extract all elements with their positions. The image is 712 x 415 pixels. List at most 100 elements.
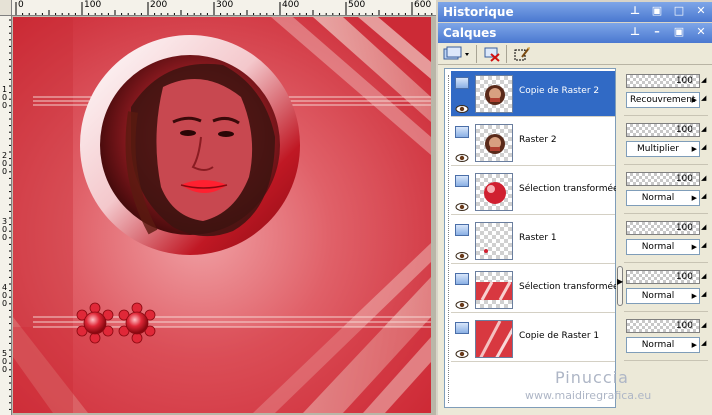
- blend-mode-select[interactable]: Normal ▶: [626, 337, 700, 353]
- opacity-slider[interactable]: 100: [626, 172, 700, 186]
- toolbar-separator: [476, 45, 477, 63]
- ruler-corner: [0, 0, 12, 16]
- opacity-spin-icon[interactable]: ◢: [701, 76, 706, 84]
- maximize-icon[interactable]: □: [672, 4, 686, 18]
- blend-mode-value: Normal: [641, 340, 675, 350]
- layer-properties-row: 100 ◢ Normal ▶ ◢: [624, 217, 708, 263]
- new-layer-button[interactable]: [442, 45, 472, 63]
- blend-mode-value: Normal: [641, 193, 675, 203]
- canvas-margin: [431, 17, 436, 415]
- ruler-label: 0: [18, 0, 24, 10]
- layer-row[interactable]: Raster 1: [451, 218, 615, 264]
- raster-layer-icon[interactable]: [455, 126, 469, 138]
- layer-name[interactable]: Raster 1: [519, 233, 557, 243]
- layers-panel-label: Calques: [443, 26, 497, 40]
- opacity-value: 100: [675, 174, 693, 184]
- opacity-spin-icon[interactable]: ◢: [701, 272, 706, 280]
- blend-mode-select[interactable]: Multiplier ▶: [626, 141, 700, 157]
- visibility-eye-icon[interactable]: [455, 99, 469, 113]
- blend-mode-value: Normal: [641, 291, 675, 301]
- raster-layer-icon[interactable]: [455, 322, 469, 334]
- history-panel-label: Historique: [443, 5, 514, 19]
- blend-spin-icon[interactable]: ◢: [701, 241, 706, 249]
- layer-row[interactable]: Sélection transformée: [451, 267, 619, 313]
- pin-icon[interactable]: ⊥: [628, 25, 642, 39]
- raster-layer-icon[interactable]: [455, 175, 469, 187]
- opacity-value: 100: [675, 125, 693, 135]
- opacity-slider[interactable]: 100: [626, 270, 700, 284]
- opacity-slider[interactable]: 100: [626, 221, 700, 235]
- dropdown-arrow-icon: ▶: [691, 243, 697, 251]
- restore-icon[interactable]: ▣: [650, 4, 664, 18]
- opacity-slider[interactable]: 100: [626, 123, 700, 137]
- ruler-label: 2 0 0: [2, 151, 8, 176]
- delete-layer-icon: [484, 47, 500, 62]
- history-panel-title[interactable]: Historique ⊥ ▣ □ ✕: [438, 2, 712, 22]
- ruler-label: 3 0 0: [2, 217, 8, 242]
- layer-row[interactable]: Sélection transformée 1: [451, 169, 627, 215]
- layers-list[interactable]: Copie de Raster 2 Raster 2 Sélection trans…: [444, 68, 627, 408]
- dropdown-arrow-icon: ▶: [691, 341, 697, 349]
- opacity-spin-icon[interactable]: ◢: [701, 321, 706, 329]
- layer-thumbnail[interactable]: [475, 75, 513, 113]
- edit-selection-button[interactable]: [512, 45, 532, 63]
- layer-thumbnail[interactable]: [475, 173, 513, 211]
- pin-icon[interactable]: ⊥: [628, 4, 642, 18]
- layer-properties-row: 100 ◢ Normal ▶ ◢: [624, 168, 708, 214]
- close-icon[interactable]: ✕: [694, 4, 708, 18]
- blend-mode-select[interactable]: Normal ▶: [626, 288, 700, 304]
- blend-spin-icon[interactable]: ◢: [701, 192, 706, 200]
- layer-row[interactable]: Copie de Raster 2: [451, 71, 615, 117]
- blend-spin-icon[interactable]: ◢: [701, 290, 706, 298]
- layer-row[interactable]: Raster 2: [451, 120, 615, 166]
- layer-thumbnail[interactable]: [475, 320, 513, 358]
- blend-mode-select[interactable]: Normal ▶: [626, 190, 700, 206]
- panel-splitter[interactable]: [616, 68, 624, 408]
- opacity-slider[interactable]: 100: [626, 319, 700, 333]
- layer-name[interactable]: Copie de Raster 2: [519, 86, 599, 96]
- minimize-icon[interactable]: –: [650, 25, 664, 39]
- blend-spin-icon[interactable]: ◢: [701, 339, 706, 347]
- canvas-area[interactable]: 0 100 200 300 400 500 600 1 0 0 2 0 0 3 …: [0, 0, 436, 415]
- layer-thumbnail[interactable]: [475, 124, 513, 162]
- blend-spin-icon[interactable]: ◢: [701, 143, 706, 151]
- layer-name[interactable]: Copie de Raster 1: [519, 331, 599, 341]
- visibility-eye-icon[interactable]: [455, 344, 469, 358]
- ruler-label: 400: [282, 0, 300, 10]
- visibility-eye-icon[interactable]: [455, 295, 469, 309]
- visibility-eye-icon[interactable]: [455, 148, 469, 162]
- layers-panel-title[interactable]: Calques ⊥ – ▣ ✕: [438, 23, 712, 43]
- raster-layer-icon[interactable]: [455, 224, 469, 236]
- blend-spin-icon[interactable]: ◢: [701, 94, 706, 102]
- ruler-label: 1 0 0: [2, 85, 8, 110]
- blend-mode-select[interactable]: Recouvrement ▶: [626, 92, 700, 108]
- splitter-arrow-icon[interactable]: ▶: [617, 277, 623, 286]
- dropdown-arrow-icon: ▶: [691, 145, 697, 153]
- watermark-url: www.maidiregrafica.eu: [525, 389, 652, 402]
- close-icon[interactable]: ✕: [694, 25, 708, 39]
- opacity-spin-icon[interactable]: ◢: [701, 174, 706, 182]
- visibility-eye-icon[interactable]: [455, 246, 469, 260]
- blend-mode-select[interactable]: Normal ▶: [626, 239, 700, 255]
- opacity-value: 100: [675, 272, 693, 282]
- layer-name[interactable]: Sélection transformée 1: [519, 184, 627, 194]
- layer-thumbnail[interactable]: [475, 222, 513, 260]
- layer-row[interactable]: Copie de Raster 1: [451, 316, 615, 362]
- delete-layer-button[interactable]: [482, 45, 502, 63]
- artwork-image[interactable]: [13, 17, 431, 413]
- splitter-grip[interactable]: [617, 266, 623, 306]
- ruler-label: 4 0 0: [2, 283, 8, 308]
- layer-thumbnail[interactable]: [475, 271, 513, 309]
- restore-icon[interactable]: ▣: [672, 25, 686, 39]
- opacity-slider[interactable]: 100: [626, 74, 700, 88]
- ruler-label: 300: [216, 0, 234, 10]
- visibility-eye-icon[interactable]: [455, 197, 469, 211]
- layer-name[interactable]: Raster 2: [519, 135, 557, 145]
- blend-mode-value: Normal: [641, 242, 675, 252]
- artwork-graphic: [13, 17, 431, 413]
- raster-layer-icon[interactable]: [455, 77, 469, 89]
- raster-layer-icon[interactable]: [455, 273, 469, 285]
- opacity-spin-icon[interactable]: ◢: [701, 125, 706, 133]
- layer-name[interactable]: Sélection transformée: [519, 282, 619, 292]
- opacity-spin-icon[interactable]: ◢: [701, 223, 706, 231]
